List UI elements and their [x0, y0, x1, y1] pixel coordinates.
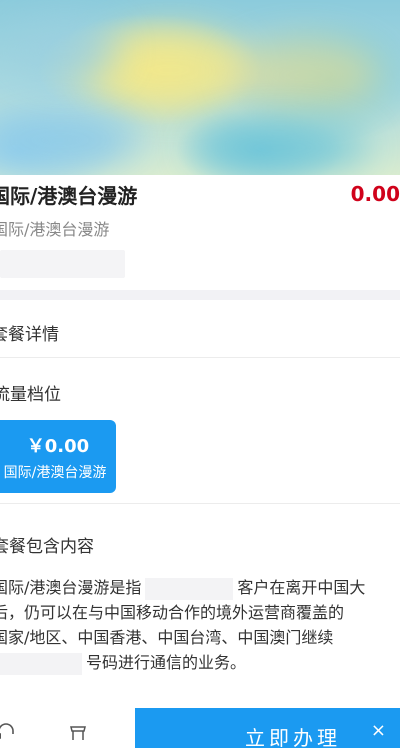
product-title: 国际/港澳台漫游 [0, 184, 138, 208]
section-separator [0, 290, 400, 300]
customer-service-icon[interactable] [0, 722, 16, 742]
tier-option-selected[interactable]: ￥0.00 国际/港澳台漫游 [0, 420, 116, 493]
apply-now-button[interactable]: 立即办理 × [135, 708, 400, 750]
data-tier-heading: 流量档位 [0, 385, 61, 405]
description-line4: 号码进行通信的业务。 [86, 653, 247, 672]
hero-banner [0, 0, 400, 175]
divider [0, 357, 400, 358]
product-subtitle: 国际/港澳台漫游 [0, 220, 110, 239]
package-contents-heading: 套餐包含内容 [0, 537, 94, 557]
store-icon[interactable] [68, 722, 88, 742]
redacted-text [145, 577, 234, 600]
redacted-text [0, 652, 82, 675]
description-line2: 后，仍可以在与中国移动合作的境外运营商覆盖的 [0, 603, 345, 622]
tier-option-price: ￥0.00 [26, 436, 90, 457]
redacted-tag [0, 250, 125, 278]
description-line1-start: 国际/港澳台漫游是指 [0, 578, 142, 597]
apply-now-label: 立即办理 [245, 726, 341, 750]
description-line1-end: 客户在离开中国大 [237, 578, 366, 597]
description-line3: 国家/地区、中国香港、中国台湾、中国澳门继续 [0, 628, 334, 647]
product-price: 0.00 [350, 182, 400, 206]
divider [0, 503, 400, 504]
tier-option-name: 国际/港澳台漫游 [3, 465, 107, 481]
close-icon[interactable]: × [371, 720, 386, 741]
package-details-heading: 套餐详情 [0, 325, 59, 345]
package-description: 国际/港澳台漫游是指 客户在离开中国大 后，仍可以在与中国移动合作的境外运营商覆盖… [0, 575, 400, 675]
